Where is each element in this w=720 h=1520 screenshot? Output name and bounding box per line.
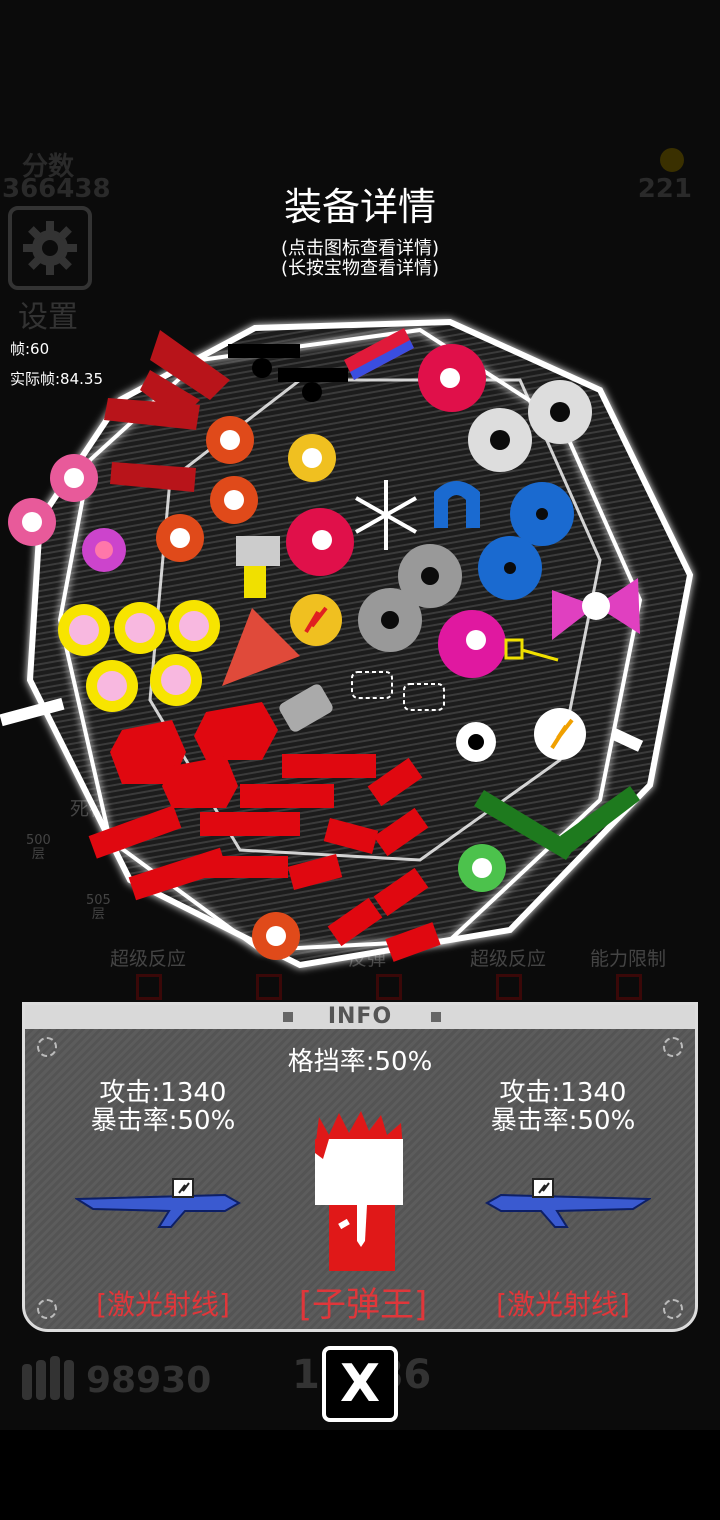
coin-icon (660, 148, 684, 172)
right-weapon-crit: 暴击率:50% (490, 1106, 636, 1136)
equipment-arena (0, 318, 694, 969)
block-rate: 格挡率:50% (287, 1047, 433, 1077)
close-button[interactable]: X (322, 1346, 398, 1422)
hint-hold-treasure: (长按宝物查看详情) (280, 258, 440, 279)
info-title: INFO (327, 1004, 393, 1029)
equipment-details-title: 装备详情 (283, 185, 436, 229)
left-weapon-crit: 暴击率:50% (90, 1106, 236, 1136)
info-panel: INFO 格挡率:50% 攻击:1340 暴击率:50% 攻击:1340 暴击率… (22, 1002, 698, 1332)
close-icon: X (339, 1354, 381, 1414)
left-laser-gun-icon[interactable] (75, 1171, 241, 1241)
ammo-icon (22, 1356, 74, 1400)
right-laser-gun-icon[interactable] (485, 1171, 651, 1241)
right-weapon-name: [激光射线] (496, 1288, 630, 1321)
right-weapon-attack: 攻击:1340 (499, 1078, 627, 1108)
bottom-black-bar (0, 1430, 720, 1520)
gray-block-item (236, 536, 280, 566)
left-weapon-name: [激光射线] (96, 1288, 230, 1321)
bullet-king-hero-icon[interactable] (309, 1109, 409, 1275)
left-weapon-attack: 攻击:1340 (99, 1078, 227, 1108)
ammo-count: 98930 (86, 1360, 212, 1401)
hero-name: [子弹王] (298, 1285, 428, 1325)
